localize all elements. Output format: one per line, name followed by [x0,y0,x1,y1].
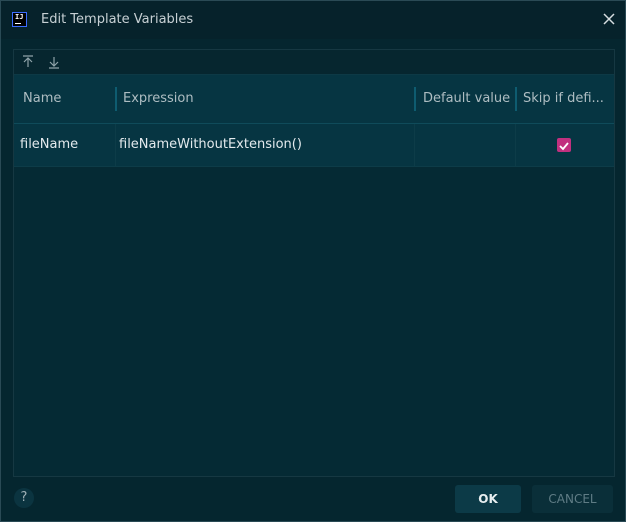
arrow-down-icon [49,57,59,69]
move-up-button[interactable] [20,54,36,70]
dialog-title: Edit Template Variables [41,12,194,27]
column-divider[interactable] [414,87,416,111]
column-header-skip-if-defined[interactable]: Skip if defi... [523,75,611,123]
skip-if-defined-checkbox[interactable] [557,138,571,152]
cell-default-value[interactable] [418,124,512,166]
ok-button[interactable]: OK [455,485,521,513]
cancel-button[interactable]: CANCEL [532,485,613,513]
edit-template-variables-dialog: IJ Edit Template Variables Name Expressi… [0,0,626,522]
cell-divider [515,124,516,166]
variables-panel: Name Expression Default value Skip if de… [13,49,615,477]
column-header-name[interactable]: Name [23,75,113,123]
cell-divider [414,124,415,166]
move-down-button[interactable] [46,54,62,70]
column-header-default-value[interactable]: Default value [423,75,515,123]
title-bar: IJ Edit Template Variables [1,1,625,39]
table-row[interactable]: fileName fileNameWithoutExtension() [14,124,614,167]
cell-name[interactable]: fileName [20,124,114,166]
column-header-expression[interactable]: Expression [123,75,413,123]
arrow-up-icon [23,55,33,67]
table-toolbar [14,50,614,75]
dialog-footer: ? OK CANCEL [1,481,625,521]
cell-expression[interactable]: fileNameWithoutExtension() [119,124,411,166]
column-divider[interactable] [115,87,117,111]
column-divider[interactable] [515,87,517,111]
close-button[interactable] [601,11,617,27]
checkmark-icon [559,142,569,151]
close-icon [603,13,615,25]
intellij-app-icon: IJ [12,12,27,27]
help-button[interactable]: ? [14,488,34,508]
table-header: Name Expression Default value Skip if de… [14,75,614,124]
cell-divider [115,124,116,166]
